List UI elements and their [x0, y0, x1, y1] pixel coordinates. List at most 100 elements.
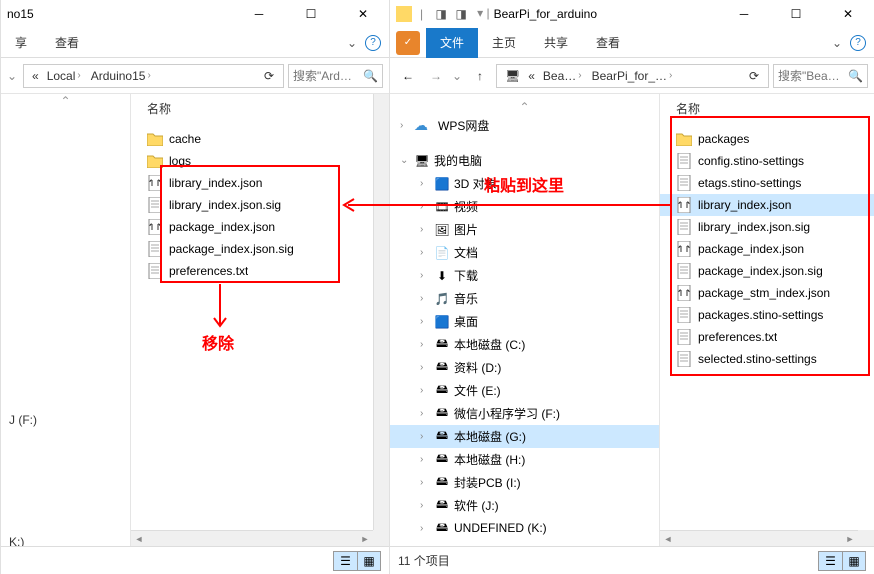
file-row[interactable]: package_index.json.sig — [660, 260, 874, 282]
tree-mypc[interactable]: ⌄ 🖥 我的电脑 — [390, 149, 659, 172]
file-row[interactable]: preferences.txt — [131, 260, 389, 282]
tree-item[interactable]: ›🖴资料 (D:) — [390, 356, 659, 379]
nav-up-button[interactable]: ↑ — [468, 64, 492, 88]
scroll-left-icon[interactable]: ◄ — [131, 531, 147, 547]
tree-item[interactable]: ›🖴本地磁盘 (G:) — [390, 425, 659, 448]
tree-item[interactable]: ›🟦3D 对象 — [390, 172, 659, 195]
maximize-button[interactable]: ☐ — [776, 2, 816, 26]
search-input[interactable] — [293, 69, 353, 83]
help-icon[interactable]: ? — [365, 35, 381, 51]
tab-share[interactable]: 共享 — [530, 28, 582, 58]
minimize-button[interactable]: ─ — [239, 2, 279, 26]
file-row[interactable]: package_index.json.sig — [131, 238, 389, 260]
view-details-button[interactable]: ☰ — [333, 551, 357, 571]
ribbon-collapse-icon[interactable]: ⌄ — [832, 36, 842, 50]
close-button[interactable]: ✕ — [828, 2, 868, 26]
scrollbar-vertical[interactable] — [373, 94, 389, 530]
file-row[interactable]: library_index.json — [660, 194, 874, 216]
history-caret-icon[interactable]: ⌄ — [452, 69, 464, 83]
ribbon-collapse-icon[interactable]: ⌄ — [347, 36, 357, 50]
file-name: library_index.json — [169, 176, 262, 190]
refresh-icon[interactable]: ⟳ — [744, 69, 764, 83]
file-row[interactable]: packages.stino-settings — [660, 304, 874, 326]
tree-item[interactable]: ›🖴UNDEFINED (K:) — [390, 517, 659, 539]
wps-icon: ☁ — [414, 117, 428, 134]
scrollbar-horizontal[interactable]: ◄ ► — [660, 530, 858, 546]
tree-item[interactable]: ›🟦桌面 — [390, 310, 659, 333]
sidebar-item-drive[interactable]: K:) — [1, 532, 130, 546]
file-row[interactable]: library_index.json — [131, 172, 389, 194]
search-box[interactable]: 🔍 — [288, 64, 383, 88]
view-icons-button[interactable]: ▦ — [357, 551, 381, 571]
file-row[interactable]: etags.stino-settings — [660, 172, 874, 194]
search-input[interactable] — [778, 69, 838, 83]
sidebar-item-drive[interactable]: J (F:) — [1, 410, 130, 430]
tree-item[interactable]: ›🖴本地磁盘 (C:) — [390, 333, 659, 356]
bc-segment[interactable]: BearPi_for_…› — [588, 69, 679, 83]
nav-back-button[interactable]: ← — [396, 64, 420, 88]
qat-icon[interactable]: ◨ — [433, 6, 449, 22]
tab-share[interactable]: 享 — [1, 28, 41, 58]
file-row[interactable]: selected.stino-settings — [660, 348, 874, 370]
breadcrumb[interactable]: 🖥 « Bea…› BearPi_for_…› ⟳ — [496, 64, 769, 88]
bc-prefix[interactable]: « — [524, 69, 539, 83]
minimize-button[interactable]: ─ — [724, 2, 764, 26]
tree-item[interactable]: ›🖴软件 (J:) — [390, 494, 659, 517]
tree-wps[interactable]: › ☁ WPS网盘 — [390, 114, 659, 137]
scroll-right-icon[interactable]: ► — [357, 531, 373, 547]
file-row[interactable]: preferences.txt — [660, 326, 874, 348]
scroll-up-icon[interactable]: ⌃ — [390, 100, 659, 114]
tree-item[interactable]: ›🖴微信小程序学习 (F:) — [390, 402, 659, 425]
tree-item[interactable]: ›🖴本地磁盘 (H:) — [390, 448, 659, 471]
bc-prefix[interactable]: « — [28, 69, 43, 83]
search-icon[interactable]: 🔍 — [363, 69, 378, 83]
scrollbar-horizontal[interactable]: ◄ ► — [131, 530, 373, 546]
tree-item[interactable]: ›🖼图片 — [390, 218, 659, 241]
close-button[interactable]: ✕ — [343, 2, 383, 26]
history-caret-icon[interactable]: ⌄ — [7, 69, 19, 83]
maximize-button[interactable]: ☐ — [291, 2, 331, 26]
tab-view[interactable]: 查看 — [41, 28, 93, 58]
bc-segment-local[interactable]: Local› — [43, 69, 87, 83]
help-icon[interactable]: ? — [850, 35, 866, 51]
file-row[interactable]: library_index.json.sig — [131, 194, 389, 216]
refresh-icon[interactable]: ⟳ — [259, 69, 279, 83]
search-box[interactable]: 🔍 — [773, 64, 868, 88]
tree-item[interactable]: ›🖴文件 (E:) — [390, 379, 659, 402]
file-row[interactable]: config.stino-settings — [660, 150, 874, 172]
file-icon — [676, 175, 692, 191]
tree-item[interactable]: ›⬇下载 — [390, 264, 659, 287]
file-icon — [676, 329, 692, 345]
tab-view[interactable]: 查看 — [582, 28, 634, 58]
view-details-button[interactable]: ☰ — [818, 551, 842, 571]
tab-file[interactable]: 文件 — [426, 28, 478, 58]
search-icon[interactable]: 🔍 — [848, 69, 863, 83]
qat-icon[interactable]: ◨ — [453, 6, 469, 22]
bc-pc-icon[interactable]: 🖥 — [501, 69, 524, 83]
file-row[interactable]: package_stm_index.json — [660, 282, 874, 304]
accent-icon[interactable]: ✓ — [396, 31, 420, 55]
file-name: logs — [169, 154, 191, 168]
file-row[interactable]: package_index.json — [660, 238, 874, 260]
scroll-right-icon[interactable]: ► — [842, 531, 858, 547]
file-row[interactable]: library_index.json.sig — [660, 216, 874, 238]
breadcrumb[interactable]: « Local› Arduino15› ⟳ — [23, 64, 284, 88]
tree-item[interactable]: ›🎵音乐 — [390, 287, 659, 310]
file-row[interactable]: logs — [131, 150, 389, 172]
tree-item[interactable]: ›📄文档 — [390, 241, 659, 264]
bc-segment-arduino15[interactable]: Arduino15› — [87, 69, 157, 83]
tab-home[interactable]: 主页 — [478, 28, 530, 58]
view-icons-button[interactable]: ▦ — [842, 551, 866, 571]
tree-item[interactable]: ›🎞视频 — [390, 195, 659, 218]
file-row[interactable]: cache — [131, 128, 389, 150]
tree-item[interactable]: ›🖴封装PCB (I:) — [390, 471, 659, 494]
nav-forward-button[interactable]: → — [424, 64, 448, 88]
column-header-name[interactable]: 名称 — [660, 94, 874, 124]
tree-label: 微信小程序学习 (F:) — [454, 405, 560, 422]
file-row[interactable]: package_index.json — [131, 216, 389, 238]
column-header-name[interactable]: 名称 — [131, 94, 389, 124]
scroll-up-icon[interactable]: ⌃ — [60, 94, 70, 108]
file-row[interactable]: packages — [660, 128, 874, 150]
scroll-left-icon[interactable]: ◄ — [660, 531, 676, 547]
bc-segment[interactable]: Bea…› — [539, 69, 588, 83]
